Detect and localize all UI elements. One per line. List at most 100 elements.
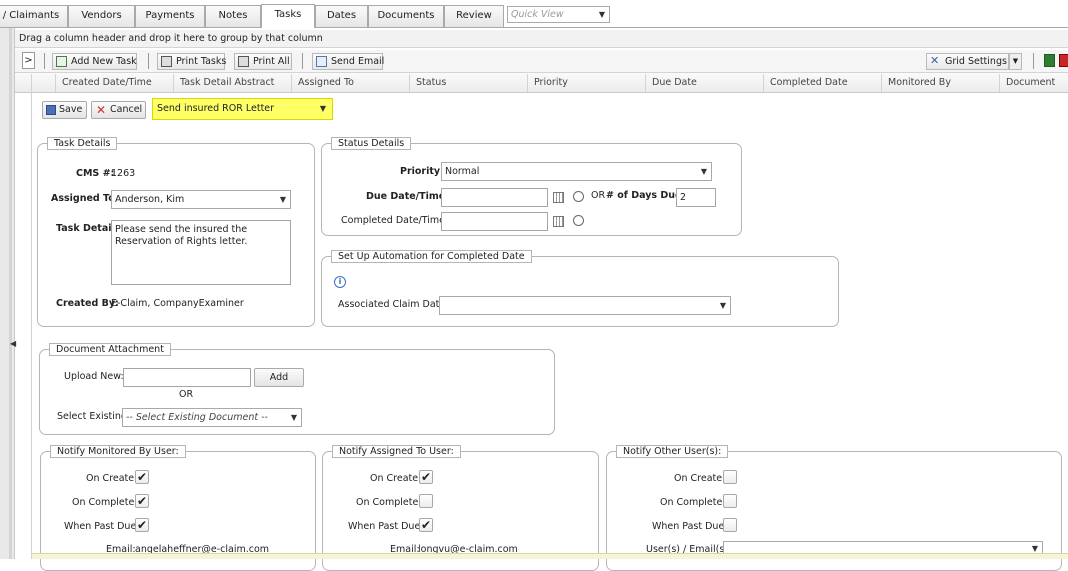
column-header-priority[interactable]: Priority: [527, 74, 645, 92]
column-header-due-date[interactable]: Due Date: [645, 74, 763, 92]
select-existing-dropdown[interactable]: -- Select Existing Document -- ▼: [122, 408, 302, 427]
due-date-input[interactable]: [441, 188, 548, 207]
toolbar-separator: [302, 53, 303, 69]
save-button[interactable]: Save: [42, 101, 87, 119]
print-tasks-label: Print Tasks: [176, 56, 227, 67]
created-by-value: E-Claim, CompanyExaminer: [111, 298, 244, 309]
grid-settings-button[interactable]: ✕ Grid Settings: [926, 53, 1009, 70]
assigned-on-complete-checkbox[interactable]: [419, 494, 433, 508]
other-on-create-label: On Create:: [674, 473, 726, 484]
quick-view-dropdown[interactable]: Quick View ▼: [507, 6, 610, 23]
other-past-due-checkbox[interactable]: [723, 518, 737, 532]
add-new-task-label: Add New Task: [71, 56, 137, 67]
column-header-completed[interactable]: Completed Date: [763, 74, 881, 92]
chevron-down-icon: ▼: [290, 413, 297, 422]
toolbar-separator: [148, 53, 149, 69]
send-email-button[interactable]: Send Email: [312, 53, 385, 70]
clock-icon[interactable]: [573, 191, 584, 202]
other-on-create-checkbox[interactable]: [723, 470, 737, 484]
assigned-on-create-label: On Create:: [370, 473, 422, 484]
export-excel-icon[interactable]: [1044, 54, 1055, 67]
other-past-due-label: When Past Due:: [652, 521, 728, 532]
cancel-icon: ✕: [96, 103, 107, 117]
other-on-complete-label: On Complete:: [660, 497, 726, 508]
grid-settings-dropdown[interactable]: ▼: [1009, 53, 1022, 70]
assigned-past-due-checkbox[interactable]: ✔: [419, 518, 433, 532]
task-template-value: Send insured ROR Letter: [157, 103, 275, 114]
status-details-legend: Status Details: [331, 137, 412, 150]
collapse-arrow-icon[interactable]: ◀: [10, 339, 16, 348]
expand-button[interactable]: >: [22, 52, 35, 69]
info-icon[interactable]: i: [334, 276, 346, 288]
calendar-icon[interactable]: [553, 192, 564, 203]
automation-legend: Set Up Automation for Completed Date: [331, 250, 532, 263]
monitored-past-due-label: When Past Due:: [64, 521, 140, 532]
column-header-monitored[interactable]: Monitored By: [881, 74, 999, 92]
tab-notes[interactable]: Notes: [205, 5, 261, 27]
tab-vendors[interactable]: Vendors: [68, 5, 135, 27]
completed-date-input[interactable]: [441, 212, 548, 231]
tab-strip: [0, 27, 1068, 28]
monitored-past-due-checkbox[interactable]: ✔: [135, 518, 149, 532]
add-attachment-button[interactable]: Add: [254, 368, 304, 387]
column-header-assigned[interactable]: Assigned To: [291, 74, 409, 92]
send-email-label: Send Email: [331, 56, 385, 67]
select-existing-value: -- Select Existing Document --: [126, 412, 268, 423]
wrench-icon: ✕: [930, 54, 940, 67]
task-detail-label: Task Detail:: [56, 223, 119, 234]
grid-settings-label: Grid Settings: [945, 56, 1007, 67]
chevron-down-icon: ▼: [700, 167, 707, 176]
assigned-to-dropdown[interactable]: Anderson, Kim ▼: [111, 190, 291, 209]
column-header-document[interactable]: Document: [999, 74, 1068, 92]
document-attachment-legend: Document Attachment: [49, 343, 171, 356]
print-tasks-button[interactable]: Print Tasks: [157, 53, 227, 70]
toolbar-separator: [44, 53, 45, 69]
column-header-status[interactable]: Status: [409, 74, 527, 92]
automation-group: Set Up Automation for Completed Date: [321, 250, 839, 327]
days-due-input[interactable]: 2: [676, 188, 716, 207]
quick-view-placeholder: Quick View: [511, 9, 564, 20]
chevron-down-icon: ▼: [598, 10, 605, 19]
cms-label: CMS #:: [76, 168, 115, 179]
monitored-on-create-checkbox[interactable]: ✔: [135, 470, 149, 484]
splitter-bar: [9, 28, 12, 559]
column-header-created[interactable]: Created Date/Time: [55, 74, 173, 92]
tab-claimants[interactable]: / Claimants: [0, 5, 68, 27]
toolbar-separator: [1033, 53, 1034, 69]
grid-row-indicator-column: [31, 74, 32, 559]
task-detail-textarea[interactable]: Please send the insured the Reservation …: [111, 220, 291, 285]
attachment-or-label: OR: [179, 389, 194, 400]
tab-tasks[interactable]: Tasks: [261, 4, 315, 28]
task-template-dropdown[interactable]: Send insured ROR Letter ▼: [152, 98, 333, 120]
cms-value: 1263: [111, 168, 136, 179]
chevron-down-icon: ▼: [719, 301, 726, 310]
tab-review[interactable]: Review: [444, 5, 504, 27]
envelope-icon: [316, 56, 327, 67]
tab-dates[interactable]: Dates: [315, 5, 368, 27]
export-pdf-icon[interactable]: [1059, 54, 1068, 67]
chevron-down-icon: ▼: [319, 104, 326, 113]
tab-documents[interactable]: Documents: [368, 5, 444, 27]
print-all-button[interactable]: Print All: [234, 53, 292, 70]
assigned-on-create-checkbox[interactable]: ✔: [419, 470, 433, 484]
column-header-abstract[interactable]: Task Detail Abstract: [173, 74, 291, 92]
other-on-complete-checkbox[interactable]: [723, 494, 737, 508]
add-new-task-button[interactable]: Add New Task: [52, 53, 137, 70]
printer-icon: [161, 56, 172, 67]
left-splitter[interactable]: ◀: [0, 28, 16, 559]
printer-icon: [238, 56, 249, 67]
calendar-icon[interactable]: [553, 216, 564, 227]
priority-dropdown[interactable]: Normal ▼: [441, 162, 712, 181]
assigned-to-value: Anderson, Kim: [115, 194, 185, 205]
associated-date-dropdown[interactable]: ▼: [439, 296, 731, 315]
cancel-button[interactable]: ✕ Cancel: [91, 101, 146, 119]
bottom-pane-strip: [32, 553, 1068, 559]
tab-payments[interactable]: Payments: [135, 5, 205, 27]
assigned-to-label: Assigned To:: [51, 193, 119, 204]
priority-label: Priority:: [400, 166, 444, 177]
notify-assigned-legend: Notify Assigned To User:: [332, 445, 461, 458]
upload-file-input[interactable]: [123, 368, 251, 387]
clock-icon[interactable]: [573, 215, 584, 226]
monitored-on-complete-checkbox[interactable]: ✔: [135, 494, 149, 508]
group-by-bar: Drag a column header and drop it here to…: [15, 30, 1068, 48]
